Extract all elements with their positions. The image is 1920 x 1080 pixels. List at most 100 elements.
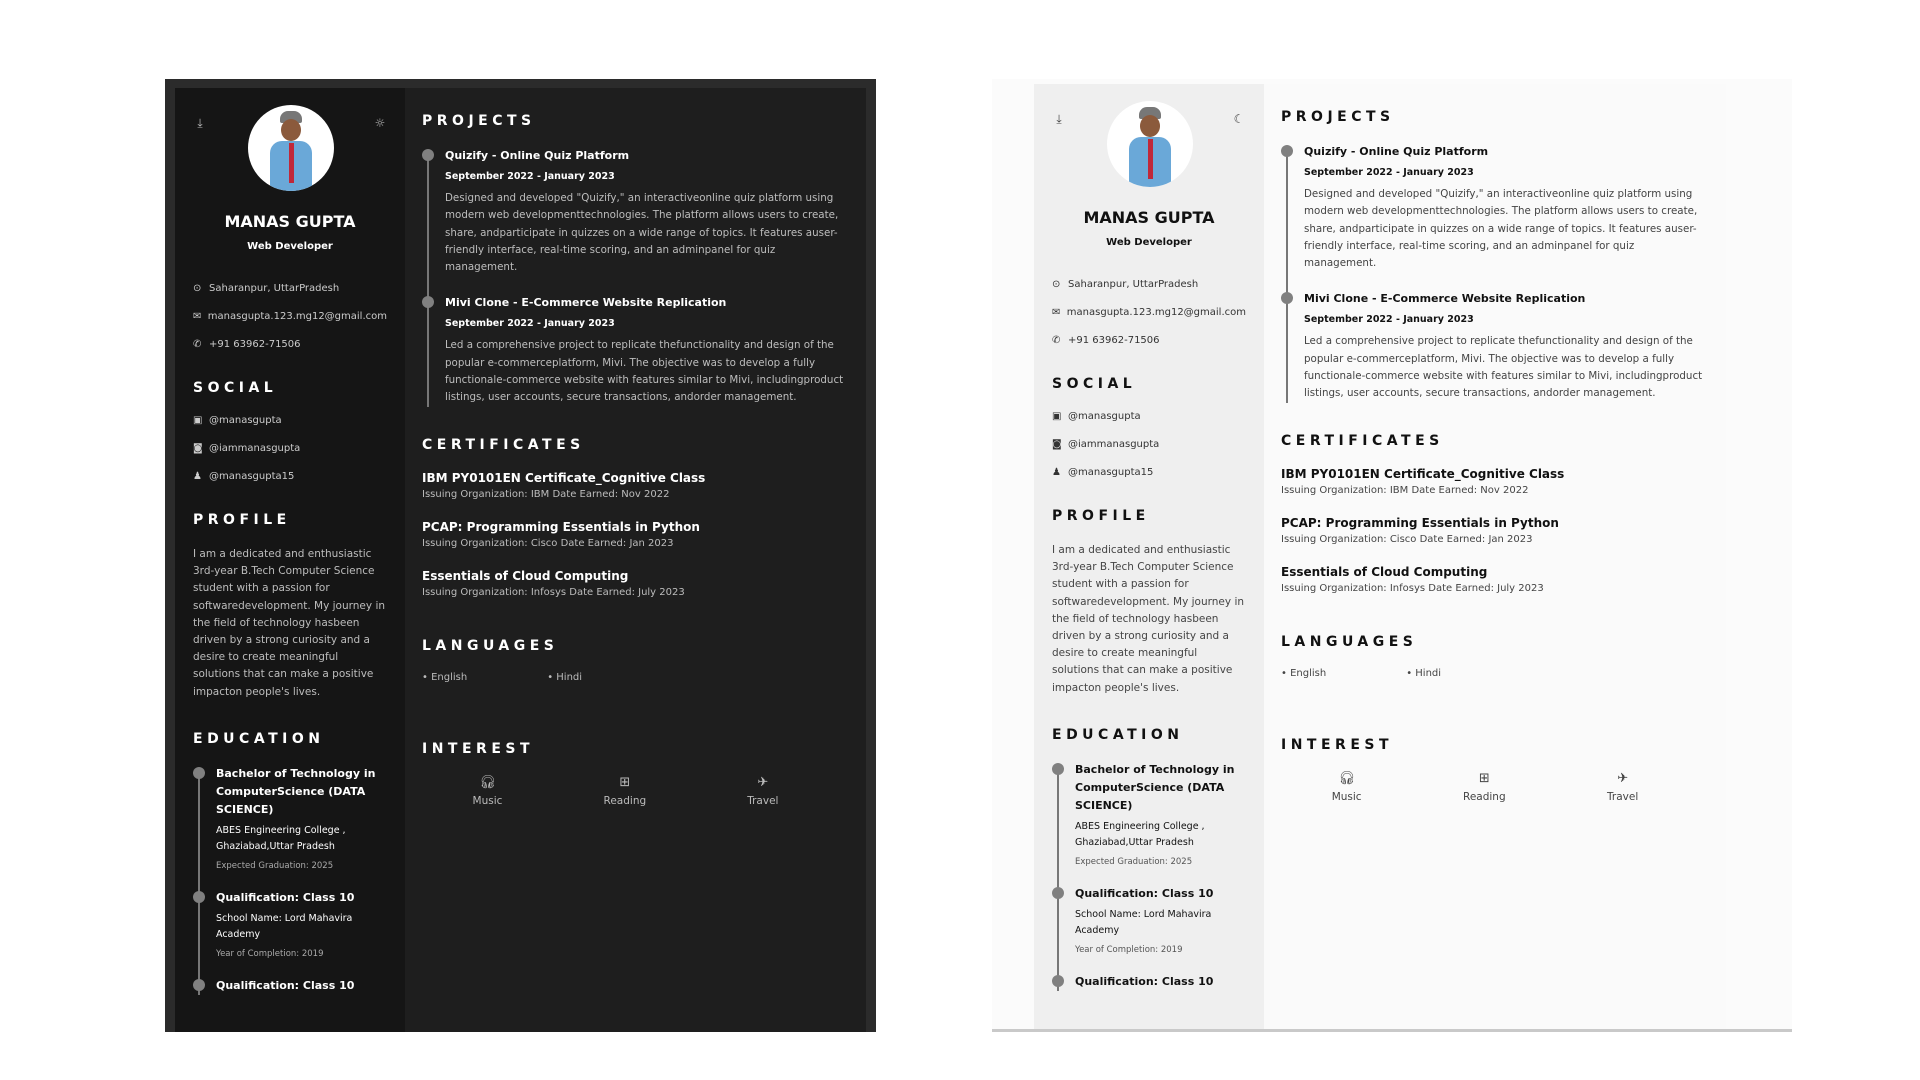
social-linkedin[interactable]: @manasgupta xyxy=(1068,411,1141,422)
certificate-item: IBM PY0101EN Certificate_Cognitive Class… xyxy=(422,471,849,500)
project-title: Mivi Clone - E-Commerce Website Replicat… xyxy=(445,296,727,310)
mail-icon: ✉ xyxy=(193,310,202,322)
project-desc: Designed and developed "Quizify," an int… xyxy=(1304,188,1698,270)
interest-label: Music xyxy=(1331,790,1362,803)
section-heading-languages: LANGUAGES xyxy=(1281,633,1418,650)
section-heading-profile: PROFILE xyxy=(1052,508,1150,524)
airplane-icon: ✈ xyxy=(1617,770,1629,786)
education-title: Qualification: Class 10 xyxy=(216,978,355,992)
interest-travel: ✈ Travel xyxy=(747,775,778,807)
social-instagram[interactable]: @iammanasgupta xyxy=(1068,439,1159,450)
project-date: September 2022 - January 2023 xyxy=(445,171,615,182)
sun-icon[interactable]: ☼ xyxy=(373,116,387,130)
certificate-sub: Issuing Organization: IBM Date Earned: N… xyxy=(422,488,670,500)
certificate-title: IBM PY0101EN Certificate_Cognitive Class xyxy=(422,470,706,485)
moon-icon[interactable]: ☾ xyxy=(1232,112,1246,126)
location-text: Saharanpur, UttarPradesh xyxy=(209,282,340,294)
section-heading-certificates: CERTIFICATES xyxy=(1281,432,1444,449)
contact-list: ⊙ Saharanpur, UttarPradesh ✉ manasgupta.12… xyxy=(193,282,387,350)
headphones-icon: 🎧︎ xyxy=(479,774,496,790)
resume-main: PROJECTS Quizify - Online Quiz Platform … xyxy=(1264,84,1726,1029)
education-item: Qualification: Class 10 School Name: Lor… xyxy=(1052,885,1246,955)
book-icon: ⊞ xyxy=(1478,770,1490,786)
education-year: Year of Completion: 2019 xyxy=(1075,944,1183,955)
location-pin-icon: ⊙ xyxy=(193,282,202,294)
profile-text: I am a dedicated and enthusiastic 3rd-ye… xyxy=(1052,544,1245,694)
certificate-title: Essentials of Cloud Computing xyxy=(1281,564,1488,579)
download-icon[interactable]: ⤓ xyxy=(193,116,207,130)
instagram-icon: ◙ xyxy=(193,442,203,454)
interest-music: 🎧︎ Music xyxy=(473,775,503,807)
mail-icon: ✉ xyxy=(1052,306,1061,318)
section-heading-certificates: CERTIFICATES xyxy=(422,436,585,453)
interest-travel: ✈ Travel xyxy=(1607,771,1638,803)
section-heading-social: SOCIAL xyxy=(193,380,278,396)
certificate-title: PCAP: Programming Essentials in Python xyxy=(1281,515,1559,530)
section-heading-projects: PROJECTS xyxy=(1281,109,1395,125)
phone-text[interactable]: +91 63962-71506 xyxy=(1068,335,1160,346)
resume-sidebar: ⤓ ☼ MANAS GUPTA Web Developer ⊙ Saharanpu… xyxy=(175,88,405,1032)
education-year: Expected Graduation: 2025 xyxy=(216,860,334,871)
education-item: Bachelor of Technology in ComputerScienc… xyxy=(1052,761,1246,867)
interest-label: Travel xyxy=(747,794,779,807)
projects-timeline: Quizify - Online Quiz Platform September… xyxy=(1281,143,1709,403)
interests-list: 🎧︎ Music ⊞ Reading ✈ Travel xyxy=(422,775,849,807)
social-snapchat[interactable]: @manasgupta15 xyxy=(1068,467,1153,478)
social-instagram[interactable]: @iammanasgupta xyxy=(209,443,300,454)
download-icon[interactable]: ⤓ xyxy=(1052,112,1066,126)
education-school: School Name: Lord Mahavira Academy xyxy=(216,912,353,940)
resume: ⤓ ☼ MANAS GUPTA Web Developer ⊙ Saharanpu… xyxy=(175,88,866,1032)
interest-reading: ⊞ Reading xyxy=(604,775,647,807)
certificate-sub: Issuing Organization: IBM Date Earned: N… xyxy=(1281,484,1529,496)
certificate-item: Essentials of Cloud Computing Issuing Org… xyxy=(1281,565,1709,594)
resume-dark-theme: ⤓ ☼ MANAS GUPTA Web Developer ⊙ Saharanpu… xyxy=(165,79,876,1032)
book-icon: ⊞ xyxy=(619,774,631,790)
education-item: Qualification: Class 10 xyxy=(193,977,387,995)
headphones-icon: 🎧︎ xyxy=(1338,770,1355,786)
certificate-sub: Issuing Organization: Cisco Date Earned:… xyxy=(422,537,674,549)
language-item: English xyxy=(431,671,468,683)
email-text[interactable]: manasgupta.123.mg12@gmail.com xyxy=(208,311,387,322)
location-pin-icon: ⊙ xyxy=(1052,278,1061,290)
education-title: Qualification: Class 10 xyxy=(216,890,355,904)
education-title: Qualification: Class 10 xyxy=(1075,974,1214,988)
avatar xyxy=(1107,101,1193,187)
resume: ⤓ ☾ MANAS GUPTA Web Developer ⊙ Saharanpu… xyxy=(1034,84,1726,1029)
resume-sidebar: ⤓ ☾ MANAS GUPTA Web Developer ⊙ Saharanpu… xyxy=(1034,84,1264,1029)
profile-name: MANAS GUPTA xyxy=(224,212,356,231)
location-text: Saharanpur, UttarPradesh xyxy=(1068,278,1199,290)
education-item: Qualification: Class 10 xyxy=(1052,973,1246,991)
interest-reading: ⊞ Reading xyxy=(1463,771,1506,803)
interest-label: Music xyxy=(472,794,503,807)
section-heading-education: EDUCATION xyxy=(193,730,325,747)
languages-list: • English • Hindi xyxy=(422,671,583,683)
certificate-title: Essentials of Cloud Computing xyxy=(422,568,629,583)
section-heading-social: SOCIAL xyxy=(1052,376,1137,392)
project-item: Mivi Clone - E-Commerce Website Replicat… xyxy=(422,294,849,406)
section-heading-education: EDUCATION xyxy=(1052,726,1184,743)
interest-label: Reading xyxy=(603,794,647,807)
phone-text[interactable]: +91 63962-71506 xyxy=(209,339,301,350)
certificate-item: Essentials of Cloud Computing Issuing Org… xyxy=(422,569,849,598)
snapchat-icon: ♟ xyxy=(193,470,202,482)
education-year: Year of Completion: 2019 xyxy=(216,948,324,959)
certificate-item: IBM PY0101EN Certificate_Cognitive Class… xyxy=(1281,467,1709,496)
social-linkedin[interactable]: @manasgupta xyxy=(209,415,282,426)
social-snapchat[interactable]: @manasgupta15 xyxy=(209,471,294,482)
avatar xyxy=(248,105,334,191)
interest-music: 🎧︎ Music xyxy=(1332,771,1362,803)
project-item: Mivi Clone - E-Commerce Website Replicat… xyxy=(1281,290,1709,402)
certificate-sub: Issuing Organization: Infosys Date Earne… xyxy=(422,586,685,598)
project-date: September 2022 - January 2023 xyxy=(445,318,615,330)
project-item: Quizify - Online Quiz Platform September… xyxy=(1281,143,1709,272)
project-title: Mivi Clone - E-Commerce Website Replicat… xyxy=(1304,292,1586,306)
education-school: ABES Engineering College , Ghaziabad,Utt… xyxy=(1075,820,1205,848)
education-timeline: Bachelor of Technology in ComputerScienc… xyxy=(1052,761,1246,991)
instagram-icon: ◙ xyxy=(1052,438,1062,450)
resume-light-theme: ⤓ ☾ MANAS GUPTA Web Developer ⊙ Saharanpu… xyxy=(992,79,1792,1032)
certificate-title: PCAP: Programming Essentials in Python xyxy=(422,519,700,534)
email-text[interactable]: manasgupta.123.mg12@gmail.com xyxy=(1067,307,1246,318)
project-desc: Led a comprehensive project to replicate… xyxy=(1304,335,1703,400)
project-item: Quizify - Online Quiz Platform September… xyxy=(422,147,849,276)
interest-label: Travel xyxy=(1607,790,1639,803)
